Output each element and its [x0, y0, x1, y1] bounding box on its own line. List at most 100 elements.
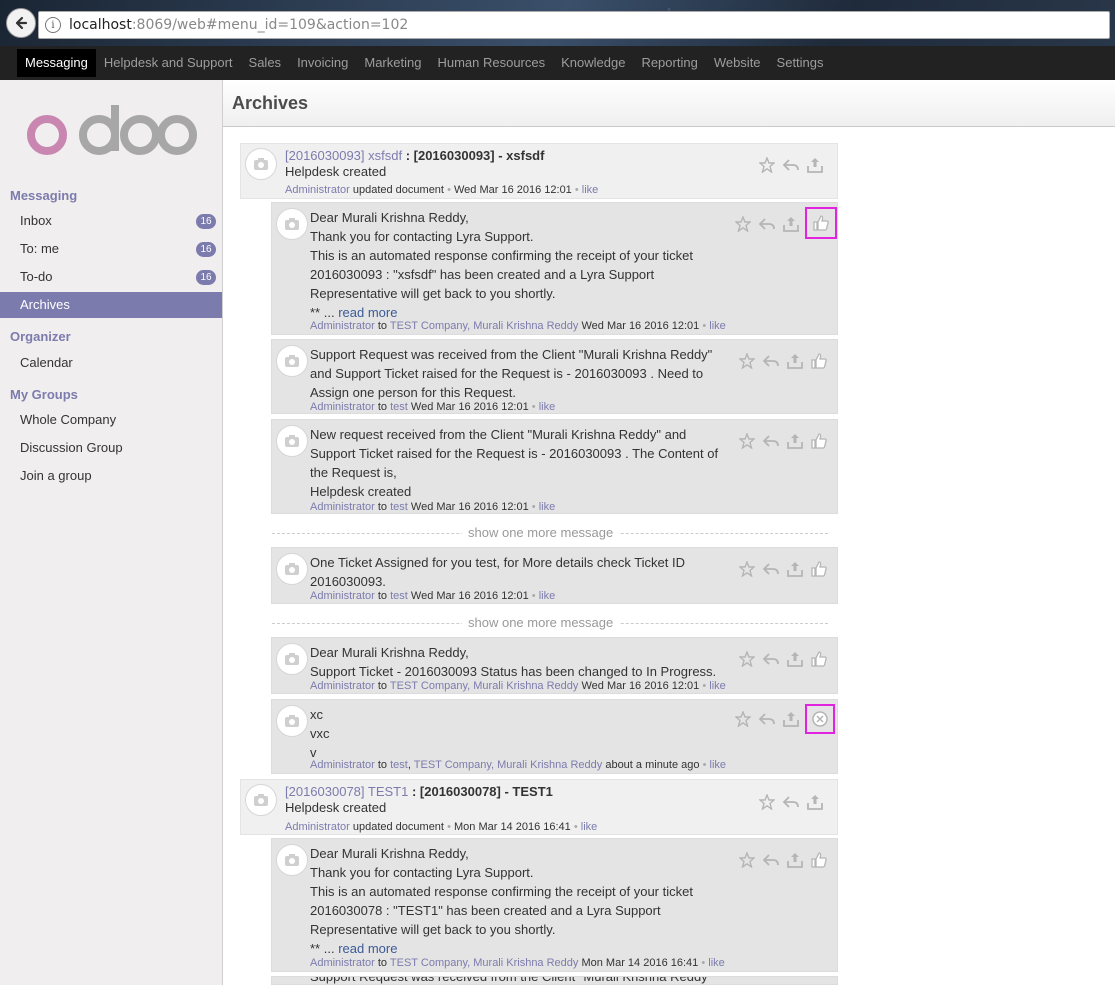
- thread-subject[interactable]: [2016030078] TEST1 : [2016030078] - TEST…: [285, 784, 727, 800]
- topnav-knowledge[interactable]: Knowledge: [553, 49, 633, 77]
- recipients-link[interactable]: TEST Company, Murali Krishna Reddy: [390, 320, 579, 332]
- like-link[interactable]: like: [710, 759, 727, 771]
- like-thumb-icon[interactable]: [807, 352, 831, 370]
- message-line: Support Ticket - 2016030093 Status has b…: [310, 664, 717, 679]
- recipients-link[interactable]: test: [390, 759, 408, 771]
- recipients-link[interactable]: test: [390, 401, 408, 413]
- sidebar-item-join-group[interactable]: Join a group: [0, 463, 222, 489]
- reply-icon[interactable]: [755, 215, 779, 233]
- like-thumb-icon[interactable]: [805, 207, 837, 239]
- like-link[interactable]: like: [581, 821, 598, 833]
- sidebar-item-todo[interactable]: To-do 16: [0, 264, 222, 290]
- archive-icon[interactable]: [783, 851, 807, 869]
- read-more-link[interactable]: read more: [338, 941, 397, 956]
- archive-icon[interactable]: [783, 352, 807, 370]
- author-link[interactable]: Administrator: [310, 590, 375, 602]
- reply-icon[interactable]: [759, 432, 783, 450]
- star-icon[interactable]: [735, 650, 759, 668]
- topnav-marketing[interactable]: Marketing: [356, 49, 429, 77]
- like-thumb-icon[interactable]: [807, 650, 831, 668]
- like-link[interactable]: like: [539, 501, 556, 513]
- topnav-messaging[interactable]: Messaging: [17, 49, 96, 77]
- like-link[interactable]: like: [709, 320, 726, 332]
- show-more-link[interactable]: show one more message: [462, 525, 620, 540]
- sidebar-item-discussion-group[interactable]: Discussion Group: [0, 435, 222, 461]
- back-arrow-icon[interactable]: [6, 8, 36, 38]
- star-icon[interactable]: [755, 793, 779, 811]
- reply-icon[interactable]: [779, 156, 803, 174]
- sidebar-item-archives[interactable]: Archives: [0, 292, 222, 318]
- page-title: Archives: [232, 93, 309, 113]
- author-link[interactable]: Administrator: [310, 401, 375, 413]
- sidebar-item-label: Discussion Group: [20, 440, 123, 455]
- topnav-human-resources[interactable]: Human Resources: [429, 49, 553, 77]
- delete-circle-icon[interactable]: [805, 704, 835, 734]
- like-link[interactable]: like: [539, 590, 556, 602]
- sidebar-section-messaging[interactable]: Messaging: [10, 188, 77, 203]
- reply-icon[interactable]: [759, 352, 783, 370]
- sidebar-item-whole-company[interactable]: Whole Company: [0, 407, 222, 433]
- to-text: to: [377, 957, 388, 969]
- sidebar-item-to-me[interactable]: To: me 16: [0, 236, 222, 262]
- reply-icon[interactable]: [779, 793, 803, 811]
- topnav-reporting[interactable]: Reporting: [633, 49, 705, 77]
- show-more-link[interactable]: show one more message: [462, 615, 620, 630]
- archive-icon[interactable]: [803, 793, 827, 811]
- thread-subject[interactable]: [2016030093] xsfsdf : [2016030093] - xsf…: [285, 148, 727, 164]
- star-icon[interactable]: [735, 432, 759, 450]
- thread-record-link[interactable]: [2016030078] TEST1: [285, 784, 408, 799]
- topnav-website[interactable]: Website: [706, 49, 769, 77]
- topnav-settings[interactable]: Settings: [769, 49, 832, 77]
- like-thumb-icon[interactable]: [807, 560, 831, 578]
- read-more-link[interactable]: read more: [338, 305, 397, 320]
- sidebar-section-organizer[interactable]: Organizer: [10, 329, 71, 344]
- topnav-invoicing[interactable]: Invoicing: [289, 49, 356, 77]
- author-link[interactable]: Administrator: [310, 680, 375, 692]
- star-icon[interactable]: [731, 710, 755, 728]
- author-link[interactable]: Administrator: [310, 501, 375, 513]
- archive-icon[interactable]: [783, 650, 807, 668]
- archive-icon[interactable]: [779, 215, 803, 233]
- odoo-logo[interactable]: [27, 105, 197, 166]
- author-link[interactable]: Administrator: [310, 320, 375, 332]
- archive-icon[interactable]: [779, 710, 803, 728]
- like-link[interactable]: like: [582, 184, 599, 196]
- star-icon[interactable]: [755, 156, 779, 174]
- info-icon[interactable]: i: [45, 17, 61, 33]
- recipients-link[interactable]: TEST Company, Murali Krishna Reddy: [390, 957, 579, 969]
- message-meta: Administrator to TEST Company, Murali Kr…: [310, 957, 725, 969]
- recipients-link[interactable]: test: [390, 590, 408, 602]
- sidebar-item-inbox[interactable]: Inbox 16: [0, 208, 222, 234]
- author-link[interactable]: Administrator: [285, 821, 350, 833]
- recipients-link[interactable]: test: [390, 501, 408, 513]
- like-thumb-icon[interactable]: [807, 432, 831, 450]
- thread-record-link[interactable]: [2016030093] xsfsdf: [285, 148, 402, 163]
- reply-icon[interactable]: [759, 851, 783, 869]
- to-text: to: [377, 320, 388, 332]
- recipients-link[interactable]: TEST Company, Murali Krishna Reddy: [390, 680, 579, 692]
- address-bar[interactable]: i localhost:8069/web#menu_id=109&action=…: [38, 11, 1110, 39]
- archive-icon[interactable]: [803, 156, 827, 174]
- author-link[interactable]: Administrator: [310, 759, 375, 771]
- reply-icon[interactable]: [755, 710, 779, 728]
- topnav-helpdesk[interactable]: Helpdesk and Support: [96, 49, 241, 77]
- like-thumb-icon[interactable]: [807, 851, 831, 869]
- message-meta: Administrator updated document • Mon Mar…: [285, 821, 597, 833]
- archive-icon[interactable]: [783, 432, 807, 450]
- like-link[interactable]: like: [539, 401, 556, 413]
- star-icon[interactable]: [735, 560, 759, 578]
- star-icon[interactable]: [735, 352, 759, 370]
- reply-icon[interactable]: [759, 650, 783, 668]
- star-icon[interactable]: [731, 215, 755, 233]
- sidebar-section-my-groups[interactable]: My Groups: [10, 387, 78, 402]
- archive-icon[interactable]: [783, 560, 807, 578]
- star-icon[interactable]: [735, 851, 759, 869]
- recipients-link[interactable]: TEST Company, Murali Krishna Reddy: [414, 759, 603, 771]
- topnav-sales[interactable]: Sales: [241, 49, 290, 77]
- like-link[interactable]: like: [709, 680, 726, 692]
- like-link[interactable]: like: [708, 957, 725, 969]
- sidebar-item-calendar[interactable]: Calendar: [0, 350, 222, 376]
- reply-icon[interactable]: [759, 560, 783, 578]
- author-link[interactable]: Administrator: [310, 957, 375, 969]
- author-link[interactable]: Administrator: [285, 184, 350, 196]
